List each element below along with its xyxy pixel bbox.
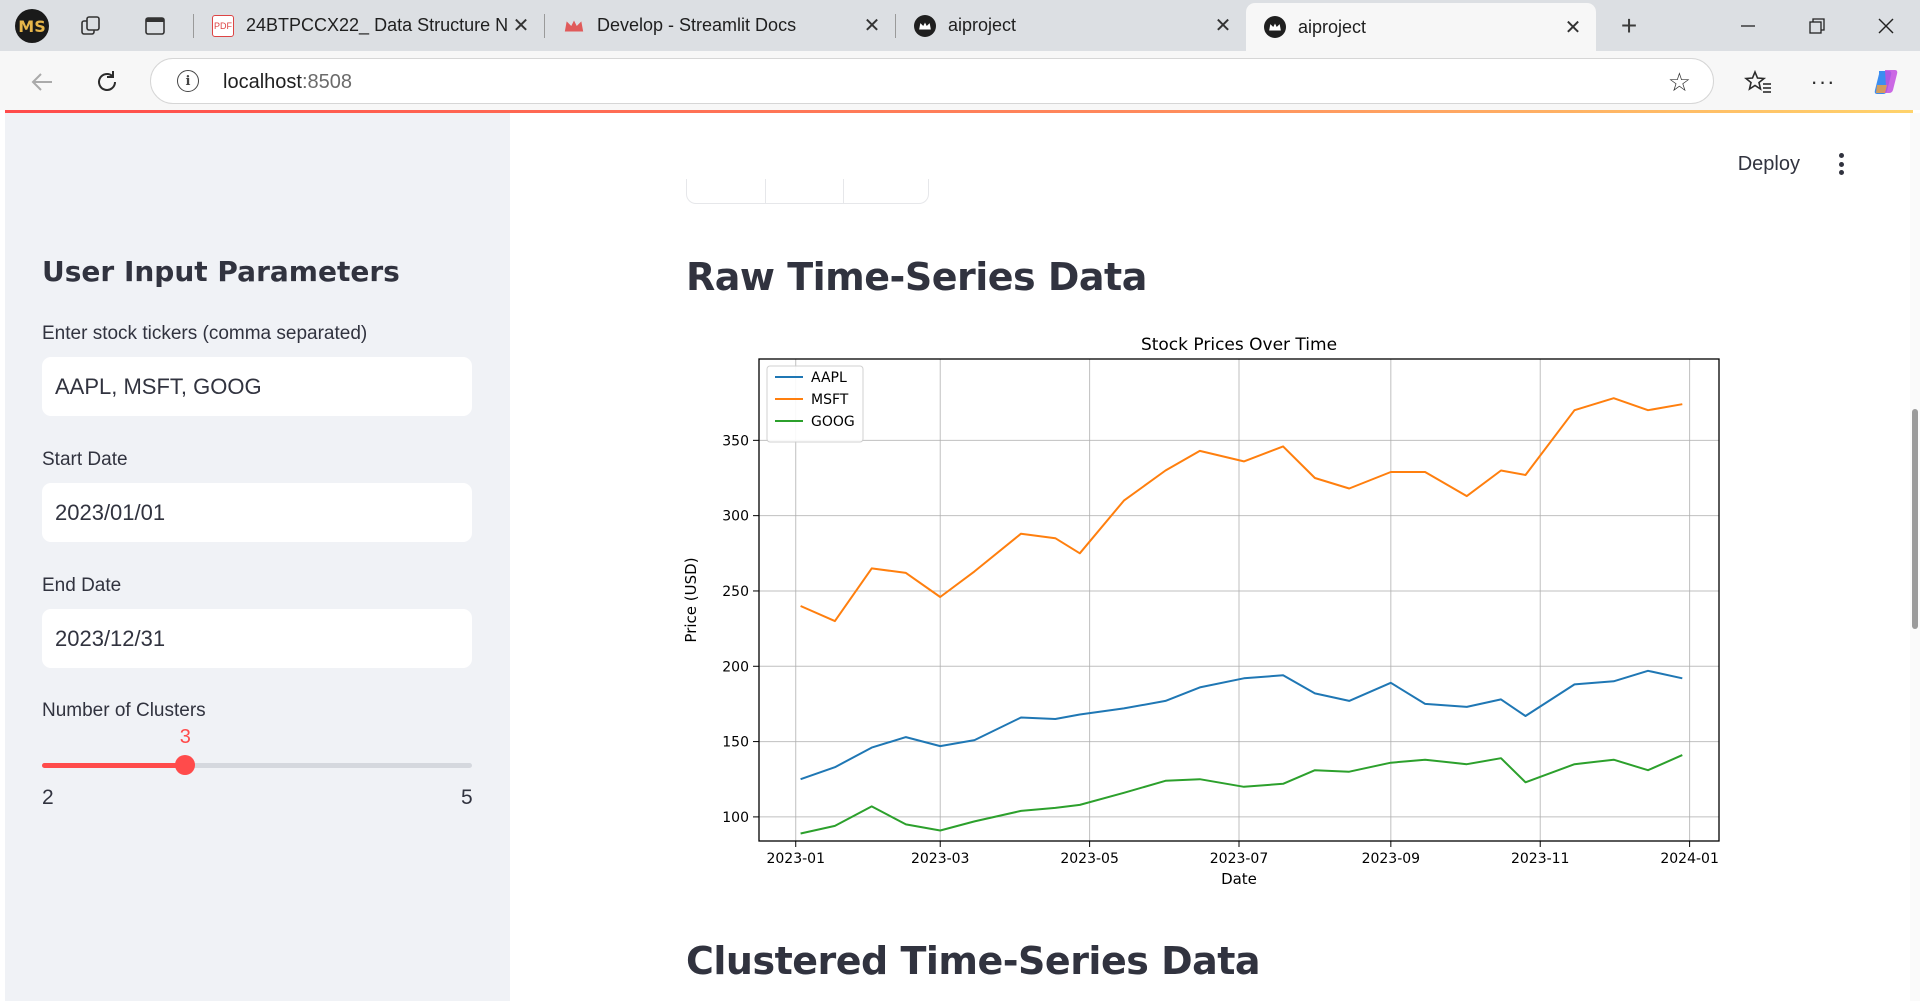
x-axis-label: Date bbox=[1221, 870, 1257, 888]
url-field[interactable]: i localhost:8508 ☆ bbox=[150, 58, 1714, 104]
y-tick-label: 350 bbox=[722, 433, 749, 449]
x-tick-label: 2023-07 bbox=[1210, 851, 1269, 867]
x-tick-label: 2023-05 bbox=[1060, 851, 1119, 867]
legend-label-aapl: AAPL bbox=[811, 370, 847, 386]
url-text: localhost:8508 bbox=[223, 71, 352, 93]
tab-aiproject[interactable]: aiproject ✕ bbox=[896, 3, 1246, 48]
tab-streamlit-docs[interactable]: Develop - Streamlit Docs ✕ bbox=[545, 3, 895, 48]
y-axis-label: Price (USD) bbox=[682, 557, 700, 642]
x-tick-label: 2024-01 bbox=[1660, 851, 1719, 867]
workspaces-icon[interactable] bbox=[76, 11, 106, 41]
y-tick-label: 100 bbox=[722, 810, 749, 826]
streamlit-crown-icon bbox=[563, 15, 585, 37]
close-tab-icon[interactable]: ✕ bbox=[508, 13, 534, 38]
main-content: Deploy Raw Time-Series Data 2023-01 2023-… bbox=[510, 113, 1913, 1001]
dataframe-bottom-edge bbox=[686, 179, 929, 204]
restore-icon[interactable] bbox=[1782, 0, 1852, 51]
clusters-slider[interactable] bbox=[42, 755, 472, 775]
legend-label-goog: GOOG bbox=[811, 414, 855, 430]
tab-title: 24BTPCCX22_ Data Structure Not bbox=[246, 15, 508, 35]
new-tab-icon[interactable]: + bbox=[1614, 10, 1644, 41]
tab-title: aiproject bbox=[1298, 16, 1367, 37]
profile-avatar[interactable]: MS bbox=[15, 9, 49, 43]
close-tab-icon[interactable]: ✕ bbox=[1560, 15, 1586, 40]
main-menu-icon[interactable] bbox=[1829, 151, 1853, 177]
slider-thumb[interactable] bbox=[175, 755, 196, 775]
streamlit-crown-icon bbox=[1264, 16, 1286, 38]
x-tick-label: 2023-03 bbox=[911, 851, 970, 867]
page-scrollbar[interactable] bbox=[1910, 113, 1920, 1001]
x-tick-label: 2023-01 bbox=[766, 851, 825, 867]
refresh-icon[interactable] bbox=[90, 65, 124, 99]
browser-tab-strip: MS PDF 24BTPCCX22_ Data Structure Not ✕ … bbox=[0, 0, 1920, 51]
clusters-label: Number of Clusters bbox=[42, 700, 206, 721]
chart-title: Stock Prices Over Time bbox=[1141, 335, 1337, 355]
x-tick-label: 2023-11 bbox=[1511, 851, 1570, 867]
tickers-label: Enter stock tickers (comma separated) bbox=[42, 323, 368, 344]
copilot-icon[interactable] bbox=[1869, 65, 1903, 99]
more-options-icon[interactable]: ··· bbox=[1806, 65, 1840, 99]
start-date-input[interactable] bbox=[42, 483, 472, 542]
y-tick-label: 300 bbox=[722, 509, 749, 525]
tickers-input[interactable] bbox=[42, 357, 472, 416]
end-date-input[interactable] bbox=[42, 609, 472, 668]
minimize-icon[interactable] bbox=[1713, 0, 1783, 51]
x-tick-label: 2023-09 bbox=[1362, 851, 1421, 867]
clusters-value: 3 bbox=[179, 726, 191, 748]
raw-data-heading: Raw Time-Series Data bbox=[686, 255, 1147, 299]
end-date-label: End Date bbox=[42, 575, 122, 596]
streamlit-app: User Input Parameters Enter stock ticker… bbox=[5, 113, 1913, 1001]
tab-title: Develop - Streamlit Docs bbox=[597, 15, 797, 35]
deploy-button[interactable]: Deploy bbox=[1738, 153, 1800, 176]
address-bar-row: i localhost:8508 ☆ ··· bbox=[0, 51, 1920, 110]
streamlit-crown-icon bbox=[914, 14, 936, 37]
slider-fill bbox=[42, 763, 186, 768]
sidebar-title: User Input Parameters bbox=[42, 255, 400, 288]
favorites-icon[interactable] bbox=[1741, 65, 1775, 99]
close-window-icon[interactable] bbox=[1851, 0, 1920, 51]
scrollbar-thumb[interactable] bbox=[1912, 409, 1918, 629]
clusters-max: 5 bbox=[461, 786, 473, 809]
clustered-data-heading: Clustered Time-Series Data bbox=[686, 939, 1261, 983]
close-tab-icon[interactable]: ✕ bbox=[859, 13, 885, 38]
stock-price-chart: 2023-01 2023-03 2023-05 2023-07 2023-09 2023-… bbox=[674, 326, 1754, 896]
y-tick-label: 200 bbox=[722, 659, 749, 675]
back-icon[interactable] bbox=[25, 65, 59, 99]
tab-aiproject-active[interactable]: aiproject ✕ bbox=[1246, 3, 1596, 51]
clusters-min: 2 bbox=[42, 786, 54, 809]
sidebar: User Input Parameters Enter stock ticker… bbox=[5, 113, 510, 1001]
tab-actions-icon[interactable] bbox=[140, 11, 170, 41]
favorite-star-icon[interactable]: ☆ bbox=[1668, 67, 1691, 98]
site-info-icon[interactable]: i bbox=[177, 70, 199, 92]
pdf-icon: PDF bbox=[212, 14, 234, 37]
tab-title: aiproject bbox=[948, 15, 1017, 35]
y-tick-label: 150 bbox=[722, 735, 749, 751]
start-date-label: Start Date bbox=[42, 449, 128, 470]
tab-pdf-notes[interactable]: PDF 24BTPCCX22_ Data Structure Not ✕ bbox=[194, 3, 544, 48]
y-tick-label: 250 bbox=[722, 584, 749, 600]
legend-label-msft: MSFT bbox=[811, 392, 849, 408]
close-tab-icon[interactable]: ✕ bbox=[1210, 13, 1236, 38]
